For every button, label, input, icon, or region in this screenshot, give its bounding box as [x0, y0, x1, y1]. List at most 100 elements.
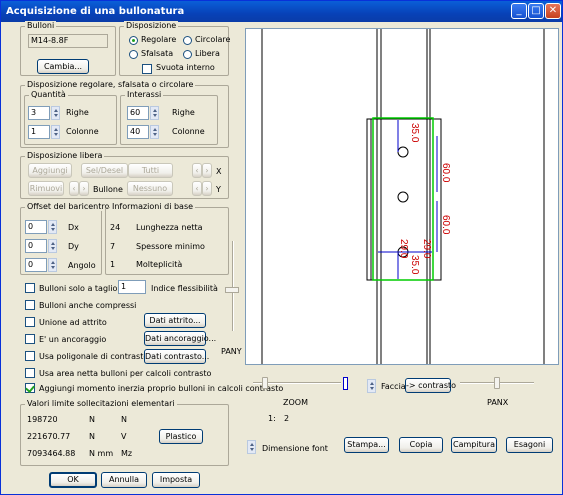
bullone-label: Bullone	[93, 185, 123, 194]
rimuovi-button[interactable]: Rimuovi	[28, 181, 64, 196]
maximize-button[interactable]: □	[528, 3, 544, 19]
flessibilita-input[interactable]: 1	[118, 280, 146, 294]
lunghezza-netta-value: 24	[110, 223, 121, 232]
aggiungi-button[interactable]: Aggiungi	[28, 163, 72, 178]
bolt-drawing: 35.0 60.0 60.0 29.0 35.0 29.0	[261, 29, 545, 364]
esagoni-button[interactable]: Esagoni	[506, 437, 553, 453]
zoom-ratio-label: 1:	[268, 414, 276, 423]
pany-slider-thumb[interactable]	[225, 287, 239, 293]
plastico-button[interactable]: Plastico	[159, 429, 203, 444]
cambia-button[interactable]: Cambia...	[37, 59, 89, 74]
interassi-colonne-spinner[interactable]	[150, 125, 159, 139]
x-right-button[interactable]: ›	[202, 163, 212, 178]
area-netta-checkbox[interactable]	[25, 368, 35, 378]
circolare-radio[interactable]	[183, 36, 192, 45]
close-button[interactable]: ✕	[545, 3, 561, 19]
zoom-label: ZOOM	[283, 398, 308, 407]
limit-n-unit: N	[89, 415, 95, 424]
interassi-righe-input[interactable]: 60	[127, 106, 149, 120]
regolare-radio[interactable]	[129, 36, 138, 45]
dy-spinner[interactable]	[48, 239, 57, 253]
libera-radio[interactable]	[183, 50, 192, 59]
dimensione-font-spinner[interactable]	[247, 440, 256, 454]
contrasto-button[interactable]: -> contrasto	[405, 378, 456, 393]
quantita-righe-input[interactable]: 3	[28, 106, 50, 120]
interassi-group: Interassi 60 Righe 40 Colonne	[120, 90, 218, 145]
sel-desel-button[interactable]: Sel/Desel	[81, 163, 128, 178]
disposizione-libera-group: Disposizione libera Aggiungi Sel/Desel T…	[20, 151, 229, 199]
tutti-button[interactable]: Tutti	[128, 163, 173, 178]
unione-attrito-checkbox[interactable]	[25, 317, 35, 327]
x-label: X	[216, 167, 222, 176]
campitura-button[interactable]: Campitura	[451, 437, 497, 453]
dati-attrito-button[interactable]: Dati attrito...	[144, 313, 206, 328]
y-left-button[interactable]: ‹	[192, 181, 202, 196]
dy-label: Dy	[68, 242, 79, 251]
interassi-colonne-input[interactable]: 40	[127, 125, 149, 139]
area-netta-label: Usa area netta bulloni per calcoli contr…	[39, 369, 212, 378]
disposizione-libera-label: Disposizione libera	[25, 151, 105, 160]
dati-ancoraggio-button[interactable]: Dati ancoraggio...	[144, 331, 216, 346]
faccia-spinner[interactable]	[367, 379, 376, 393]
poligonale-checkbox[interactable]	[25, 351, 35, 361]
info-label: Informazioni di base	[110, 202, 196, 211]
limit-v-value: 221670.77	[27, 432, 71, 441]
y-right-button[interactable]: ›	[202, 181, 212, 196]
offset-group: Offset del baricentro 0 Dx 0 Dy 0 Angolo	[20, 202, 112, 275]
quantita-righe-spinner[interactable]	[51, 106, 60, 120]
sfalsata-radio[interactable]	[129, 50, 138, 59]
valori-limite-group: Valori limite sollecitazioni elementari …	[20, 399, 229, 466]
solo-taglio-checkbox[interactable]	[25, 283, 35, 293]
valori-limite-label: Valori limite sollecitazioni elementari	[25, 399, 177, 408]
zoom-slider-thumb[interactable]	[262, 377, 268, 389]
dx-label: Dx	[68, 223, 79, 232]
window-title: Acquisizione di una bullonatura	[6, 6, 185, 17]
ancoraggio-label: E' un ancoraggio	[39, 335, 107, 344]
bulloni-group: Bulloni M14-8.8F Cambia...	[20, 21, 116, 76]
momento-inerzia-checkbox[interactable]	[25, 383, 35, 393]
ancoraggio-checkbox[interactable]	[25, 334, 35, 344]
circolare-label: Circolare	[195, 35, 231, 44]
copia-button[interactable]: Copia	[399, 437, 443, 453]
unione-attrito-label: Unione ad attrito	[39, 318, 107, 327]
quantita-colonne-input[interactable]: 1	[28, 125, 50, 139]
ok-button[interactable]: OK	[49, 472, 97, 488]
info-group: Informazioni di base 24 Lunghezza netta …	[105, 202, 229, 275]
quantita-label: Quantità	[29, 90, 68, 99]
offset-label: Offset del baricentro	[25, 202, 112, 211]
disposizione-group: Disposizione Regolare Circolare Sfalsata…	[119, 21, 231, 76]
quantita-colonne-spinner[interactable]	[51, 125, 60, 139]
angolo-spinner[interactable]	[48, 258, 57, 272]
panx-slider-thumb[interactable]	[494, 377, 500, 389]
dx-spinner[interactable]	[48, 220, 57, 234]
anche-compressi-checkbox[interactable]	[25, 300, 35, 310]
annulla-button[interactable]: Annulla	[101, 472, 147, 488]
angolo-input[interactable]: 0	[25, 258, 47, 272]
momento-inerzia-label: Aggiungi momento inerzia proprio bulloni…	[39, 384, 284, 393]
dy-input[interactable]: 0	[25, 239, 47, 253]
molteplicita-label: Molteplicità	[136, 260, 183, 269]
imposta-button[interactable]: Imposta	[152, 472, 200, 488]
interassi-label: Interassi	[125, 90, 164, 99]
limit-v-symbol: V	[121, 432, 127, 441]
limit-mz-unit: N mm	[89, 449, 114, 458]
dati-contrasto-button[interactable]: Dati contrasto...	[144, 349, 209, 364]
x-left-button[interactable]: ‹	[192, 163, 202, 178]
angolo-label: Angolo	[68, 261, 96, 270]
bullone-next-button[interactable]: ›	[79, 181, 89, 196]
nessuno-button[interactable]: Nessuno	[127, 181, 173, 196]
bullone-prev-button[interactable]: ‹	[69, 181, 79, 196]
limit-mz-value: 7093464.88	[27, 449, 76, 458]
y-label: Y	[216, 185, 221, 194]
stampa-button[interactable]: Stampa...	[344, 437, 389, 453]
disposizione-regolare-label: Disposizione regolare, sfalsata o circol…	[25, 80, 196, 89]
dim-label: 60.0	[440, 215, 451, 235]
svuota-interno-checkbox[interactable]	[142, 64, 152, 74]
minimize-button[interactable]: _	[511, 3, 527, 19]
solo-taglio-label: Bulloni solo a taglio	[39, 284, 118, 293]
interassi-righe-spinner[interactable]	[150, 106, 159, 120]
pany-label: PANY	[221, 347, 242, 356]
limit-n-value: 198720	[27, 415, 58, 424]
dx-input[interactable]: 0	[25, 220, 47, 234]
libera-label: Libera	[195, 49, 220, 58]
